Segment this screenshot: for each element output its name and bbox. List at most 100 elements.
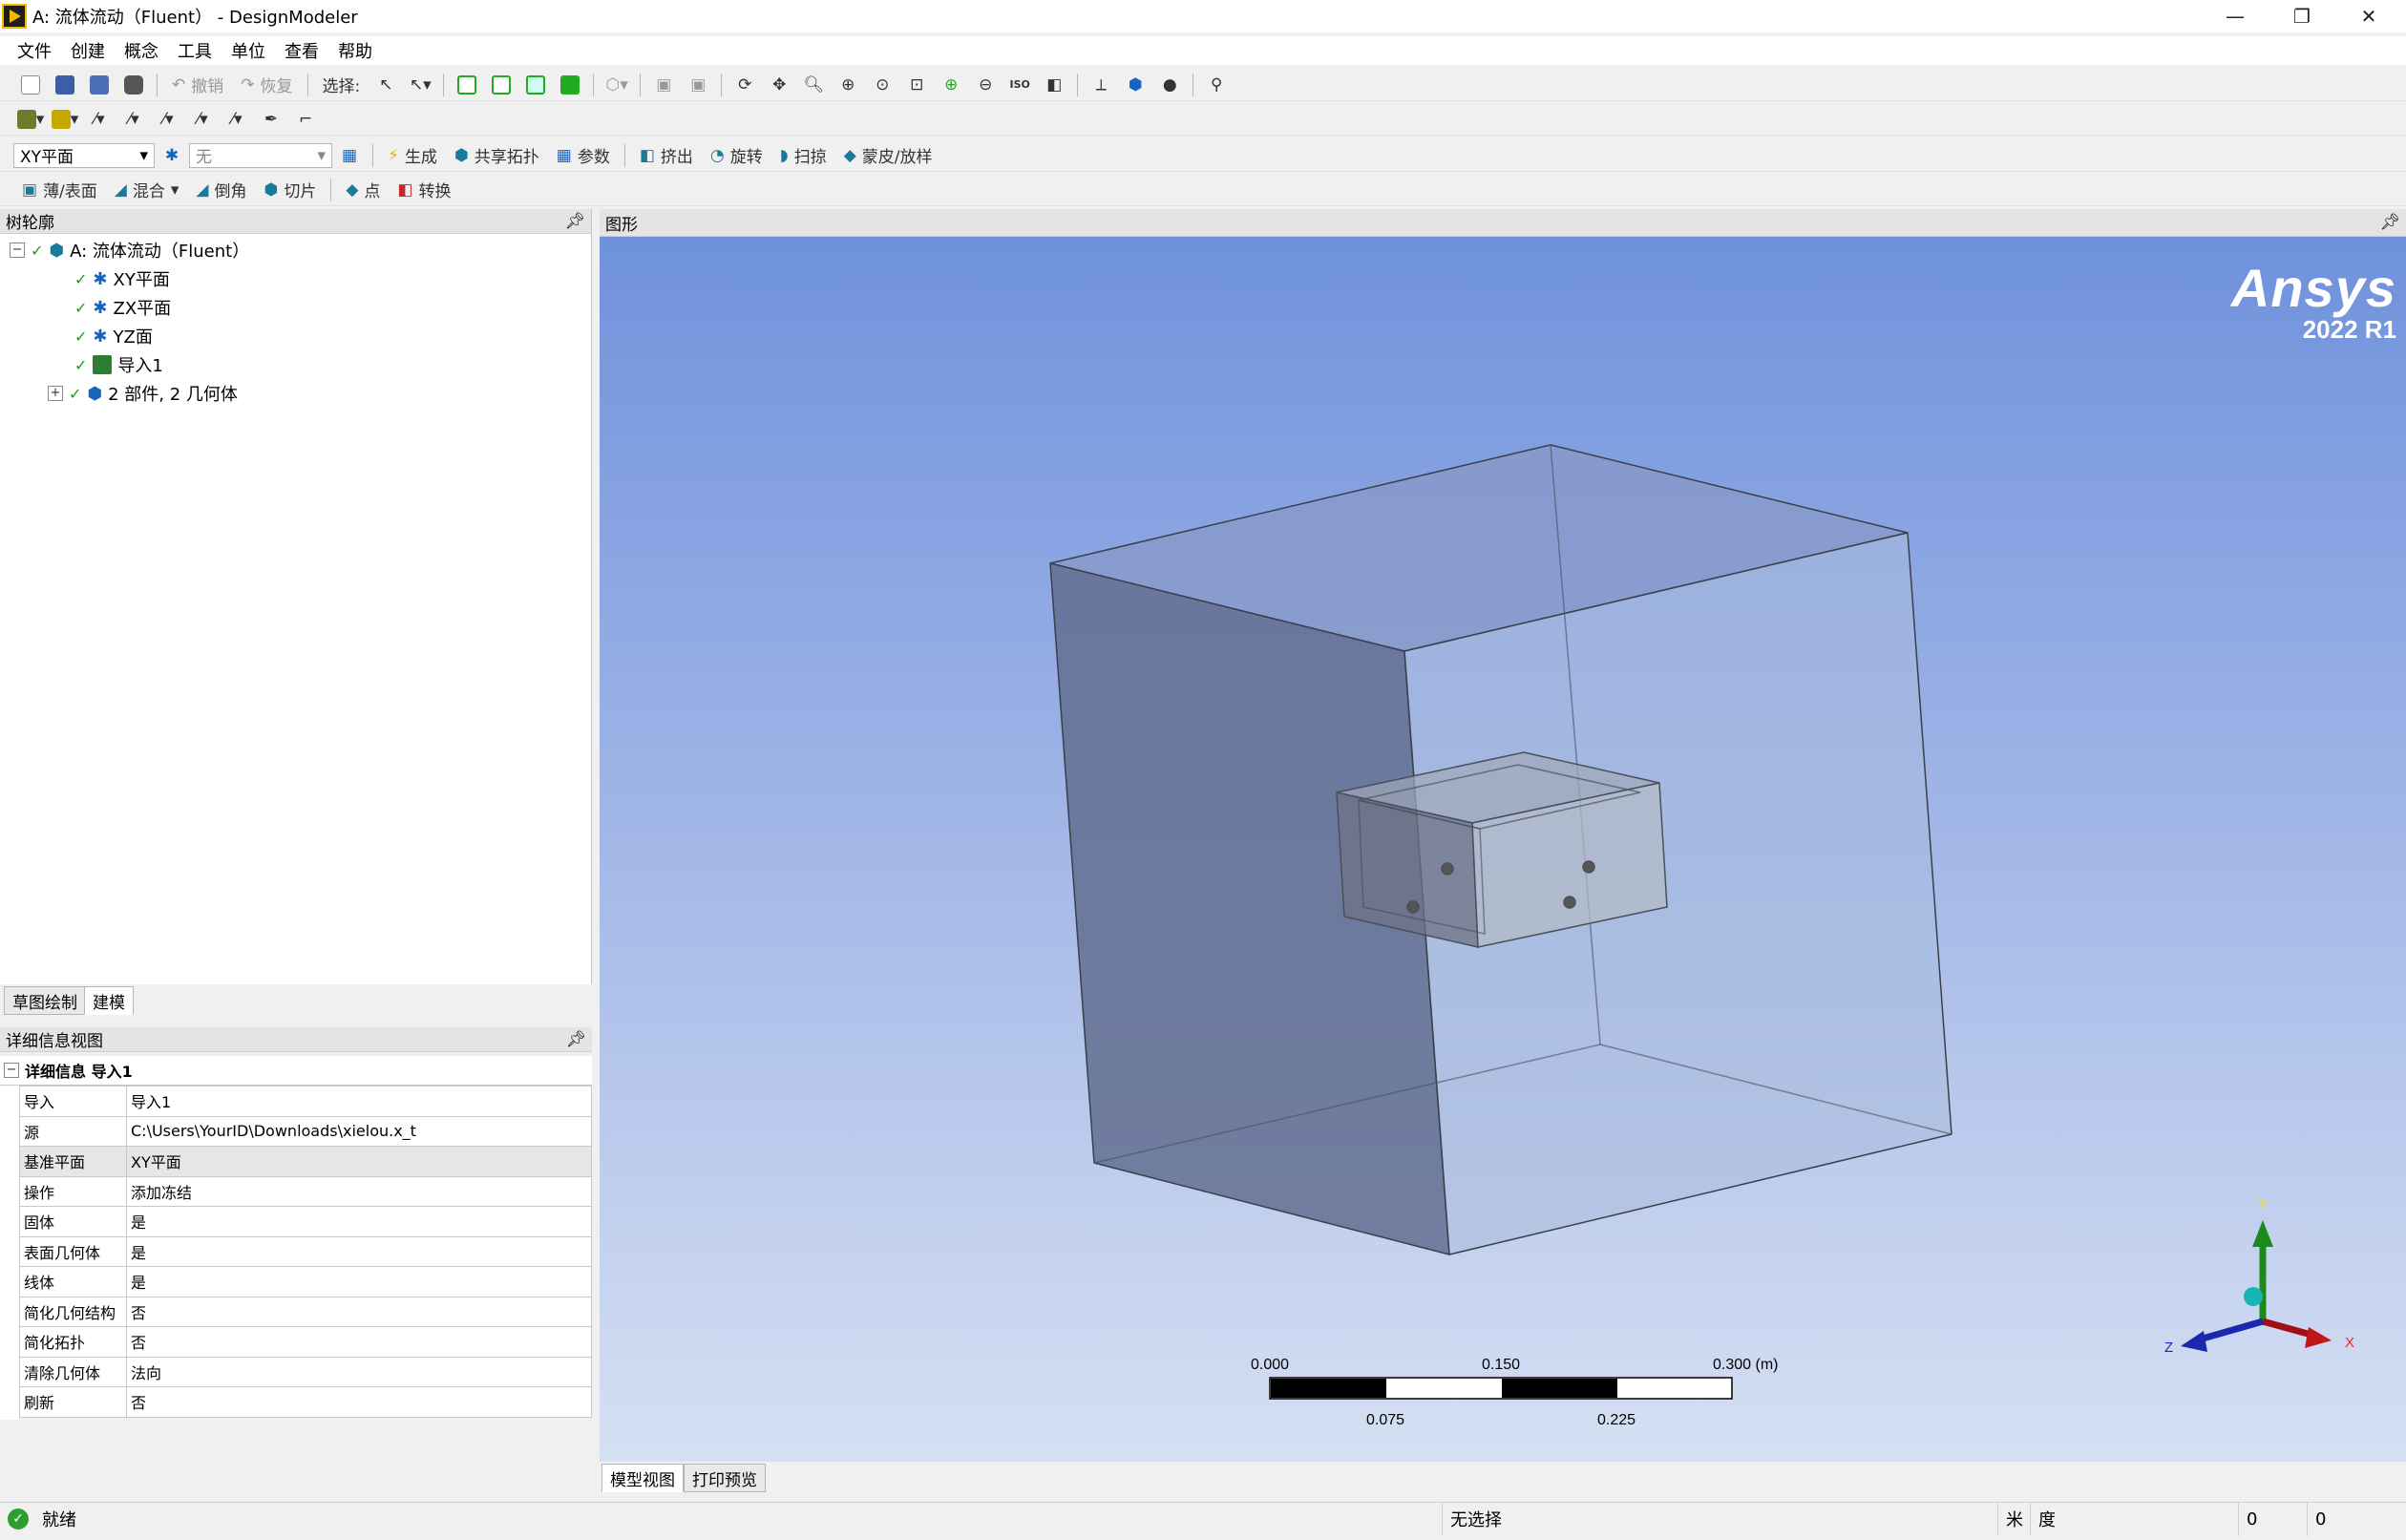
revolve-button[interactable]: ◔ 旋转 [705, 142, 769, 169]
parameters-button[interactable]: ▦ 参数 [551, 142, 616, 169]
details-value[interactable]: 导入1 [126, 1086, 592, 1117]
details-row[interactable]: 源 C:\Users\YourID\Downloads\xielou.x_t [19, 1115, 592, 1147]
zoom-window-icon[interactable]: ⊡ [902, 72, 931, 98]
details-value[interactable]: 否 [126, 1386, 592, 1418]
details-row[interactable]: 简化几何结构否 [19, 1296, 592, 1327]
collapse-icon[interactable]: − [10, 243, 25, 258]
details-row[interactable]: 固体是 [19, 1206, 592, 1237]
grid-icon[interactable]: ▾ [16, 106, 45, 133]
details-row[interactable]: 刷新否 [19, 1386, 592, 1418]
line-tool-0-icon[interactable]: ⁄▾ [85, 106, 114, 133]
convert-button[interactable]: ◧ 转换 [391, 177, 456, 203]
tree-item-parts[interactable]: + ✓ ⬢ 2 部件, 2 几何体 [48, 381, 238, 406]
extend-selection-icon[interactable]: ⬡▾ [602, 72, 631, 98]
undo-button[interactable]: ↶ 撤销 [166, 72, 229, 98]
thin-surface-button[interactable]: ▣ 薄/表面 [16, 177, 103, 203]
select-body-icon[interactable] [556, 72, 584, 98]
display-axes-icon[interactable]: ⟂ [1087, 72, 1115, 98]
chamfer-button[interactable]: ◢ 倒角 [190, 177, 252, 203]
details-value[interactable]: 添加冻结 [126, 1175, 592, 1207]
select-mode-icon[interactable]: ↖ [371, 72, 400, 98]
plane-select[interactable]: XY平面 ▾ [13, 142, 155, 168]
menu-view[interactable]: 查看 [275, 38, 328, 63]
extrude-button[interactable]: ◧ 挤出 [634, 142, 699, 169]
line-tool-1-icon[interactable]: ⁄▾ [119, 106, 148, 133]
tab-print-preview[interactable]: 打印预览 [684, 1464, 766, 1492]
menu-create[interactable]: 创建 [61, 38, 115, 63]
details-section[interactable]: − 详细信息 导入1 [0, 1056, 592, 1086]
save-as-icon[interactable] [85, 72, 114, 98]
model-canvas[interactable]: 0.000 0.150 0.300 (m) 0.075 0.225 Y X Z [600, 237, 2406, 1462]
line-tool-x-icon[interactable]: ⁄▾ [222, 106, 251, 133]
rotate-icon[interactable]: ⟳ [730, 72, 759, 98]
sweep-button[interactable]: ◗ 扫掠 [774, 142, 833, 169]
tree-item-yz-plane[interactable]: ✓ ✱ YZ面 [74, 324, 153, 348]
menu-help[interactable]: 帮助 [328, 38, 382, 63]
details-value[interactable]: 法向 [126, 1356, 592, 1387]
ruler-icon[interactable]: ▾ [51, 106, 79, 133]
details-row[interactable]: 基准平面 XY平面 [19, 1146, 592, 1177]
pan-icon[interactable]: ✥ [765, 72, 793, 98]
zoom-out-icon[interactable]: ⊖ [971, 72, 1000, 98]
details-row[interactable]: 导入 导入1 [19, 1086, 592, 1117]
close-button[interactable]: ✕ [2335, 0, 2402, 32]
iso-view-icon[interactable]: ISO [1005, 72, 1034, 98]
details-value[interactable]: 否 [126, 1326, 592, 1358]
redo-button[interactable]: ↷ 恢复 [235, 72, 298, 98]
details-value[interactable]: 是 [126, 1206, 592, 1237]
sketch-select[interactable]: 无 ▾ [189, 142, 332, 168]
tree-item-xy-plane[interactable]: ✓ ✱ XY平面 [74, 266, 170, 291]
axis-triad[interactable]: Y X Z [2164, 1195, 2354, 1356]
menu-tools[interactable]: 工具 [168, 38, 222, 63]
display-model-icon[interactable]: ⬢ [1121, 72, 1150, 98]
display-plane-icon[interactable]: ◧ [1040, 72, 1068, 98]
zoom-fit-icon[interactable]: ⊙ [868, 72, 897, 98]
new-sketch-icon[interactable]: ▦ [335, 142, 364, 169]
zoom-in-icon[interactable]: ⊕ [937, 72, 965, 98]
details-value[interactable]: XY平面 [126, 1146, 592, 1177]
select-point-icon[interactable] [453, 72, 481, 98]
zoom-icon[interactable]: 🔍︎ [799, 72, 828, 98]
details-value[interactable]: C:\Users\YourID\Downloads\xielou.x_t [126, 1115, 592, 1147]
details-row[interactable]: 操作 添加冻结 [19, 1175, 592, 1207]
tree-root[interactable]: − ✓ ⬢ A: 流体流动（Fluent） [10, 238, 249, 263]
select-face-icon[interactable] [521, 72, 550, 98]
generate-button[interactable]: ⚡ 生成 [382, 142, 443, 169]
screenshot-icon[interactable] [119, 72, 148, 98]
tab-model-view[interactable]: 模型视图 [602, 1464, 684, 1492]
details-value[interactable]: 是 [126, 1266, 592, 1297]
select-edge-icon[interactable] [487, 72, 516, 98]
details-value[interactable]: 是 [126, 1235, 592, 1267]
pin-icon[interactable]: 📌︎ [565, 1030, 586, 1049]
minimize-button[interactable]: — [2202, 0, 2269, 32]
tab-modeling[interactable]: 建模 [84, 986, 134, 1015]
measure-tool-icon[interactable]: ⌐ [291, 106, 320, 133]
details-row[interactable]: 表面几何体是 [19, 1235, 592, 1267]
pin-icon[interactable]: 📌︎ [2379, 213, 2400, 232]
menu-units[interactable]: 单位 [222, 38, 275, 63]
box-select-2-icon[interactable]: ▣ [684, 72, 712, 98]
inner-part-body[interactable] [1336, 751, 1668, 948]
point-button[interactable]: ◆ 点 [340, 177, 386, 203]
share-topology-button[interactable]: ⬢ 共享拓扑 [449, 142, 545, 169]
details-row[interactable]: 简化拓扑否 [19, 1326, 592, 1358]
details-value[interactable]: 否 [126, 1296, 592, 1327]
line-tool-3-icon[interactable]: ⁄▾ [188, 106, 217, 133]
look-at-icon[interactable]: ⚲ [1202, 72, 1231, 98]
expand-icon[interactable]: + [48, 386, 63, 401]
details-row[interactable]: 线体是 [19, 1266, 592, 1297]
tree-item-zx-plane[interactable]: ✓ ✱ ZX平面 [74, 295, 171, 320]
details-row[interactable]: 清除几何体 法向 [19, 1356, 592, 1387]
menu-file[interactable]: 文件 [8, 38, 61, 63]
slice-button[interactable]: ⬢ 切片 [259, 177, 323, 203]
menu-concept[interactable]: 概念 [115, 38, 168, 63]
graphics-viewport[interactable]: 0.000 0.150 0.300 (m) 0.075 0.225 Y X Z … [600, 237, 2406, 1462]
select-filter-icon[interactable]: ↖▾ [406, 72, 434, 98]
new-plane-icon[interactable]: ✱ [158, 142, 186, 169]
save-icon[interactable] [51, 72, 79, 98]
zoom-box-icon[interactable]: ⊕ [834, 72, 862, 98]
tab-sketching[interactable]: 草图绘制 [4, 986, 86, 1015]
maximize-button[interactable]: ❐ [2269, 0, 2335, 32]
blend-button[interactable]: ◢ 混合 ▾ [109, 177, 185, 203]
new-icon[interactable] [16, 72, 45, 98]
